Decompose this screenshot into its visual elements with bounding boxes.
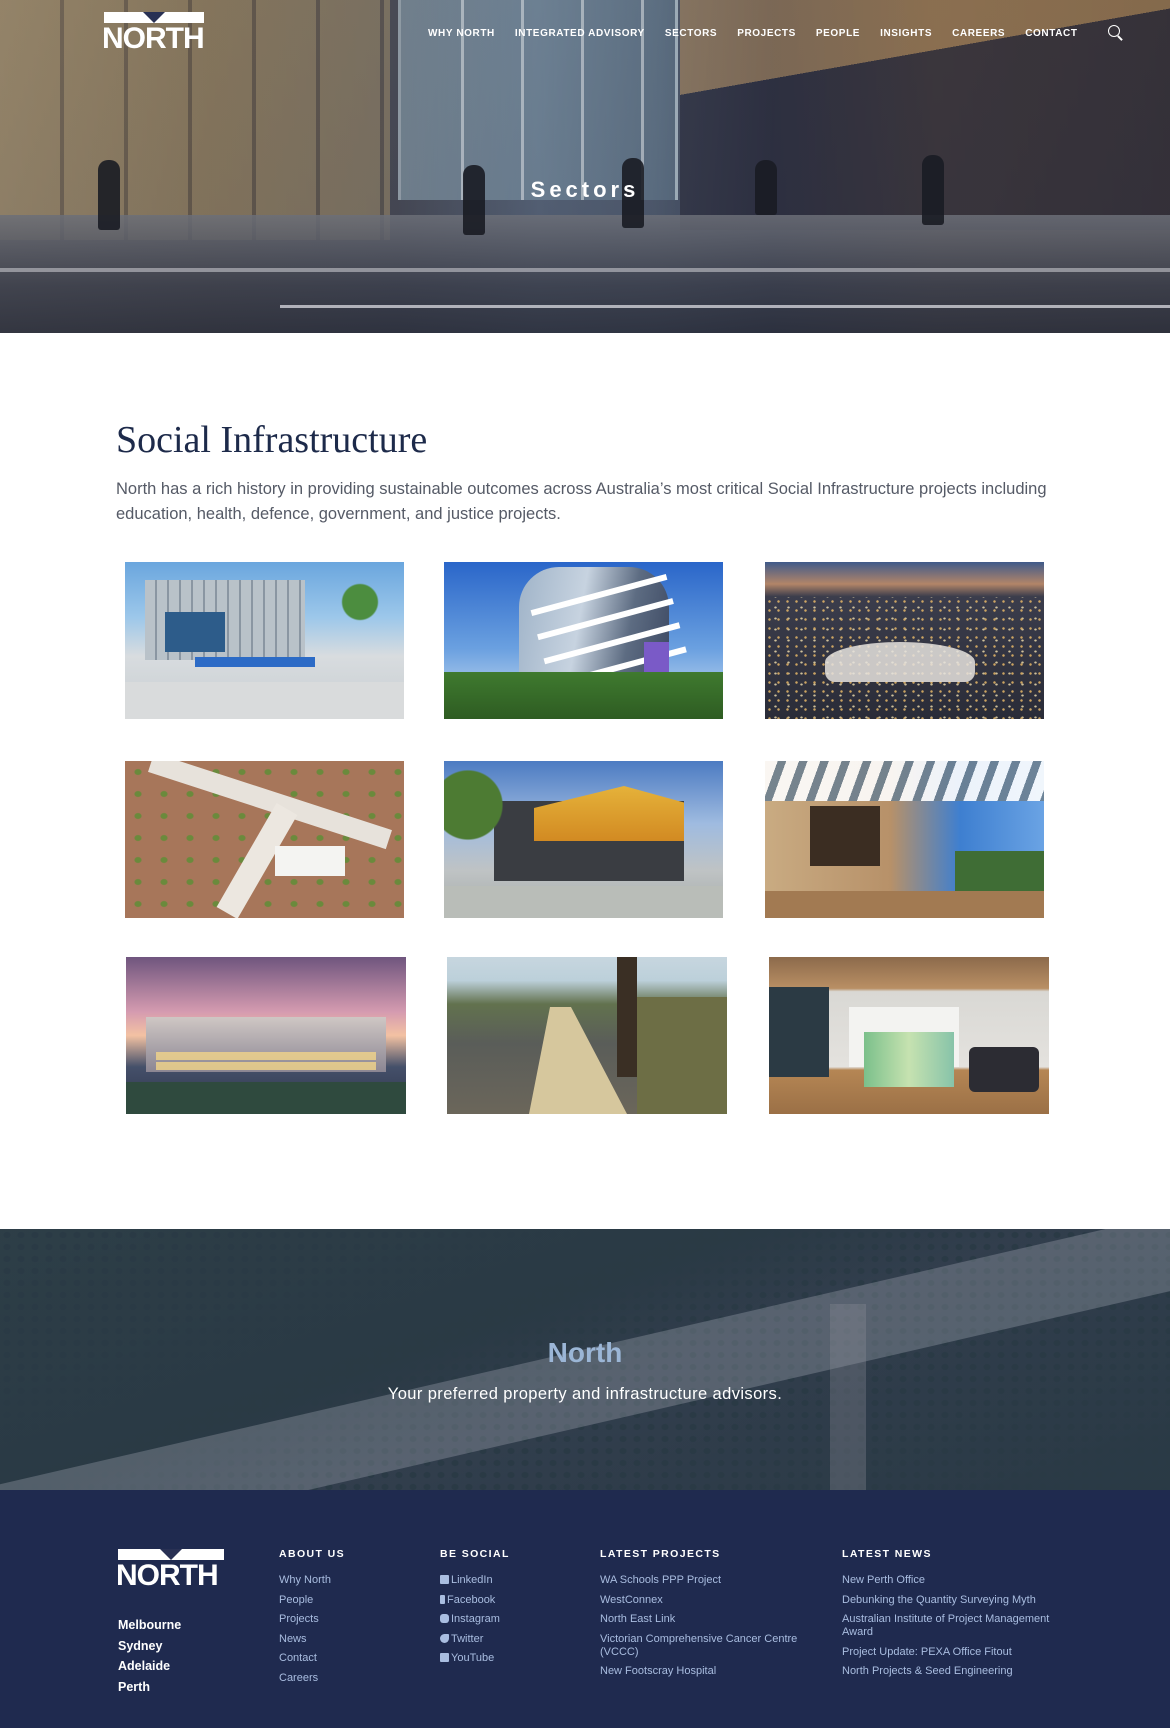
footer-project-link[interactable]: North East Link	[600, 1613, 810, 1626]
footer-project-link[interactable]: WestConnex	[600, 1594, 810, 1607]
footer-latest-news: LATEST NEWS New Perth Office Debunking t…	[842, 1548, 1072, 1685]
nav-careers[interactable]: CAREERS	[952, 28, 1005, 39]
footer-news-link[interactable]: North Projects & Seed Engineering	[842, 1665, 1072, 1678]
city-adelaide: Adelaide	[118, 1659, 171, 1673]
footer-about: ABOUT US Why North People Projects News …	[279, 1548, 419, 1691]
footer-news-link[interactable]: Australian Institute of Project Manageme…	[842, 1613, 1072, 1639]
hero-road-line	[280, 305, 1170, 308]
nav-insights[interactable]: INSIGHTS	[880, 28, 932, 39]
project-tile-hospital[interactable]	[126, 957, 406, 1114]
city-melbourne: Melbourne	[118, 1618, 182, 1632]
project-tile-aerial-city[interactable]	[765, 562, 1044, 719]
logo-wordmark: NORTH	[102, 22, 205, 55]
footer-link-youtube[interactable]: YouTube	[440, 1652, 580, 1665]
banner-title: North	[547, 1337, 623, 1368]
footer-projects-heading: LATEST PROJECTS	[600, 1548, 721, 1560]
footer-project-link[interactable]: Victorian Comprehensive Cancer Centre (V…	[600, 1633, 810, 1659]
footer-social-heading: BE SOCIAL	[440, 1548, 510, 1560]
footer-about-heading: ABOUT US	[279, 1548, 346, 1560]
hero-ground	[0, 215, 1170, 333]
banner-subtitle: Your preferred property and infrastructu…	[387, 1385, 783, 1403]
nav-sectors[interactable]: SECTORS	[665, 28, 717, 39]
footer-social: BE SOCIAL LinkedIn Facebook Instagram Tw…	[440, 1548, 580, 1672]
project-tile-school[interactable]	[125, 562, 404, 719]
section-intro: North has a rich history in providing su…	[116, 480, 1047, 523]
footer-news-link[interactable]: New Perth Office	[842, 1574, 1072, 1587]
footer-project-link[interactable]: WA Schools PPP Project	[600, 1574, 810, 1587]
header-logo[interactable]: NORTH	[102, 12, 205, 55]
twitter-icon	[440, 1633, 449, 1643]
youtube-icon	[440, 1653, 449, 1662]
page-title: Social Infrastructure	[116, 419, 428, 461]
facebook-icon	[440, 1594, 445, 1604]
footer-link-instagram-label: Instagram	[451, 1613, 500, 1625]
footer-project-link[interactable]: New Footscray Hospital	[600, 1665, 810, 1678]
footer-link-facebook-label: Facebook	[447, 1593, 496, 1606]
hero-title: Sectors	[530, 177, 640, 202]
city-perth: Perth	[118, 1679, 150, 1694]
footer-news-link[interactable]: Debunking the Quantity Surveying Myth	[842, 1594, 1072, 1607]
footer-latest-projects: LATEST PROJECTS WA Schools PPP Project W…	[600, 1548, 810, 1685]
footer-link-youtube-label: YouTube	[451, 1652, 495, 1664]
footer-link-twitter-label: Twitter	[451, 1632, 484, 1645]
footer-link-people[interactable]: People	[279, 1594, 419, 1607]
footer-link-why-north[interactable]: Why North	[279, 1574, 419, 1587]
footer-link-contact[interactable]: Contact	[279, 1652, 419, 1665]
nav-why-north[interactable]: WHY NORTH	[428, 28, 495, 39]
project-tile-footpath[interactable]	[447, 957, 727, 1114]
nav-projects[interactable]: PROJECTS	[737, 28, 796, 39]
nav-people[interactable]: PEOPLE	[816, 28, 860, 39]
footer-link-facebook[interactable]: Facebook	[440, 1594, 580, 1607]
project-tile-civic-hall[interactable]	[444, 761, 723, 918]
nav-integrated-advisory[interactable]: INTEGRATED ADVISORY	[515, 28, 645, 39]
footer-link-news[interactable]: News	[279, 1633, 419, 1646]
footer-link-linkedin-label: LinkedIn	[451, 1574, 493, 1586]
instagram-icon	[440, 1614, 449, 1623]
office-cities: Melbourne Sydney Adelaide Perth	[118, 1615, 181, 1697]
project-tile-aerial-site[interactable]	[125, 761, 404, 918]
footer-news-heading: LATEST NEWS	[842, 1548, 932, 1560]
project-tile-interior[interactable]	[769, 957, 1049, 1114]
project-tile-tower[interactable]	[444, 562, 723, 719]
project-tile-timber-building[interactable]	[765, 761, 1044, 918]
footer-logo[interactable]: NORTH	[116, 1549, 224, 1593]
footer-link-instagram[interactable]: Instagram	[440, 1613, 580, 1626]
linkedin-icon	[440, 1575, 449, 1584]
footer-link-careers[interactable]: Careers	[279, 1672, 419, 1685]
logo-wordmark: NORTH	[116, 1559, 219, 1592]
main-nav: WHY NORTH INTEGRATED ADVISORY SECTORS PR…	[428, 25, 1124, 41]
footer-link-twitter[interactable]: Twitter	[440, 1633, 580, 1646]
footer-link-projects[interactable]: Projects	[279, 1613, 419, 1626]
nav-contact[interactable]: CONTACT	[1025, 28, 1077, 39]
search-icon[interactable]	[1107, 25, 1124, 41]
city-sydney: Sydney	[118, 1638, 163, 1653]
footer-news-link[interactable]: Project Update: PEXA Office Fitout	[842, 1646, 1072, 1659]
hero-curb	[0, 268, 1170, 272]
footer-link-linkedin[interactable]: LinkedIn	[440, 1574, 580, 1587]
